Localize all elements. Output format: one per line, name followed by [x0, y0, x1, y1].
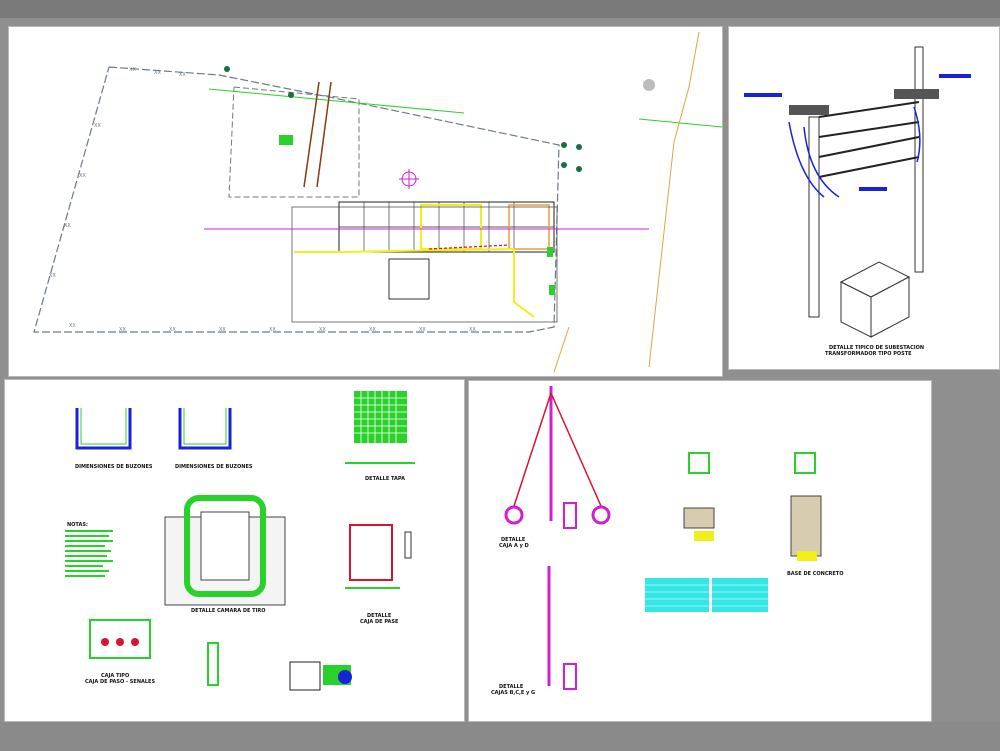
svg-text:XX: XX	[179, 72, 186, 78]
svg-text:XX: XX	[129, 67, 136, 73]
manhole-section-1: DIMENSIONES DE BUZONES	[75, 408, 153, 470]
svg-text:XX: XX	[69, 323, 76, 329]
pole-detail-1: DETALLE CAJA A y D	[499, 386, 611, 549]
pole-1-subcaption: CAJA A y D	[499, 543, 529, 549]
grid-cover: DETALLE TAPA	[345, 391, 415, 482]
svg-text:XX: XX	[154, 70, 161, 76]
svg-text:XX: XX	[219, 327, 226, 333]
manhole-section-2: DIMENSIONES DE BUZONES	[175, 408, 253, 470]
north-arrow-icon	[399, 169, 419, 189]
section-2-caption: DIMENSIONES DE BUZONES	[175, 464, 253, 470]
svg-text:XX: XX	[319, 327, 326, 333]
bottom-bar	[0, 722, 1000, 751]
site-plan-sheet: XX XX XX XX XX XX XX XX XX XX XX XX XX XX XX XX	[8, 26, 723, 377]
details-sheet: DIMENSIONES DE BUZONES DIMENSIONES DE BU…	[4, 379, 465, 722]
svg-text:XX: XX	[419, 327, 426, 333]
iso-subtitle: TRANSFORMADOR TIPO POSTE	[825, 351, 912, 357]
svg-text:XX: XX	[119, 327, 126, 333]
foundation-detail-1	[683, 452, 715, 541]
tray-subcaption: CAJA DE PASO - SENALES	[85, 679, 155, 685]
svg-text:XX: XX	[169, 327, 176, 333]
section-1-caption: DIMENSIONES DE BUZONES	[75, 464, 153, 470]
svg-text:XX: XX	[94, 123, 101, 129]
svg-text:XX: XX	[469, 327, 476, 333]
details-drawing: DIMENSIONES DE BUZONES DIMENSIONES DE BU…	[65, 391, 415, 691]
svg-text:XX: XX	[369, 327, 376, 333]
foundation-caption: BASE DE CONCRETO	[787, 571, 843, 577]
pole-detail-2: DETALLE CAJAS B,C,E y G	[491, 566, 577, 696]
top-bar	[0, 0, 1000, 18]
poles-drawing: DETALLE CAJA A y D DETALLE CAJAS B,C,E y…	[491, 386, 843, 696]
svg-text:XX: XX	[49, 273, 56, 279]
spec-table	[645, 578, 768, 612]
junction-box-detail: DETALLE CAJA DE PASE	[345, 524, 412, 625]
chamber-plan: DETALLE CAMARA DE TIRO	[164, 495, 286, 614]
chamber-caption: DETALLE CAMARA DE TIRO	[191, 608, 266, 614]
svg-text:XX: XX	[79, 173, 86, 179]
foundation-detail-2: BASE DE CONCRETO	[787, 452, 843, 577]
site-plan-drawing: XX XX XX XX XX XX XX XX XX XX XX XX XX XX XX XX	[33, 31, 722, 373]
svg-text:XX: XX	[269, 327, 276, 333]
grid-cover-caption: DETALLE TAPA	[365, 476, 405, 482]
poles-sheet: DETALLE CAJA A y D DETALLE CAJAS B,C,E y…	[468, 380, 932, 722]
tray-detail: CAJA TIPO CAJA DE PASO - SENALES	[85, 619, 155, 685]
isometric-sheet: DETALLE TIPICO DE SUBESTACION TRANSFORMA…	[728, 26, 1000, 370]
notes-heading: NOTAS:	[67, 522, 88, 528]
svg-text:XX: XX	[64, 223, 71, 229]
box-subcaption: CAJA DE PASE	[360, 619, 399, 625]
pole-2-subcaption: CAJAS B,C,E y G	[491, 690, 535, 696]
isometric-drawing: DETALLE TIPICO DE SUBESTACION TRANSFORMA…	[744, 46, 971, 357]
